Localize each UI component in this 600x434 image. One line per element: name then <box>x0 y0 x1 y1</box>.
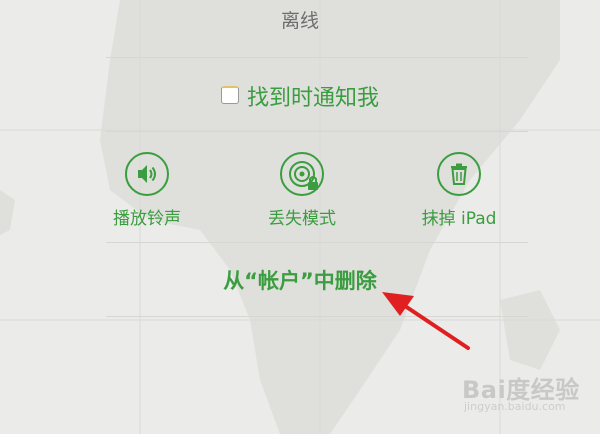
notify-checkbox[interactable] <box>220 86 239 104</box>
trash-icon[interactable] <box>437 152 481 196</box>
play-sound-button[interactable]: 播放铃声 <box>82 152 212 229</box>
divider <box>106 131 528 132</box>
erase-ipad-label[interactable]: 抹掉 iPad <box>394 204 524 229</box>
watermark: Bai度经验 jingyan.baidu.com <box>462 370 592 420</box>
erase-ipad-button[interactable]: 抹掉 iPad <box>394 152 524 229</box>
device-panel: 离线 找到时通知我 播放铃声 丢失模式 抹掉 iPad 从“帐户”中删除 <box>0 0 600 434</box>
lost-mode-button[interactable]: 丢失模式 <box>237 152 367 229</box>
divider <box>106 57 528 58</box>
device-status: 离线 <box>280 10 319 32</box>
lost-mode-icon[interactable] <box>280 152 324 196</box>
divider <box>106 242 528 243</box>
notify-row[interactable]: 找到时通知我 <box>0 78 600 114</box>
divider <box>106 316 528 317</box>
remove-from-account-button[interactable]: 从“帐户”中删除 <box>0 264 600 298</box>
speaker-icon[interactable] <box>125 152 169 196</box>
notify-label[interactable]: 找到时通知我 <box>247 80 379 112</box>
play-sound-label[interactable]: 播放铃声 <box>82 204 212 229</box>
watermark-url: jingyan.baidu.com <box>464 400 566 413</box>
lost-mode-label[interactable]: 丢失模式 <box>237 204 367 229</box>
